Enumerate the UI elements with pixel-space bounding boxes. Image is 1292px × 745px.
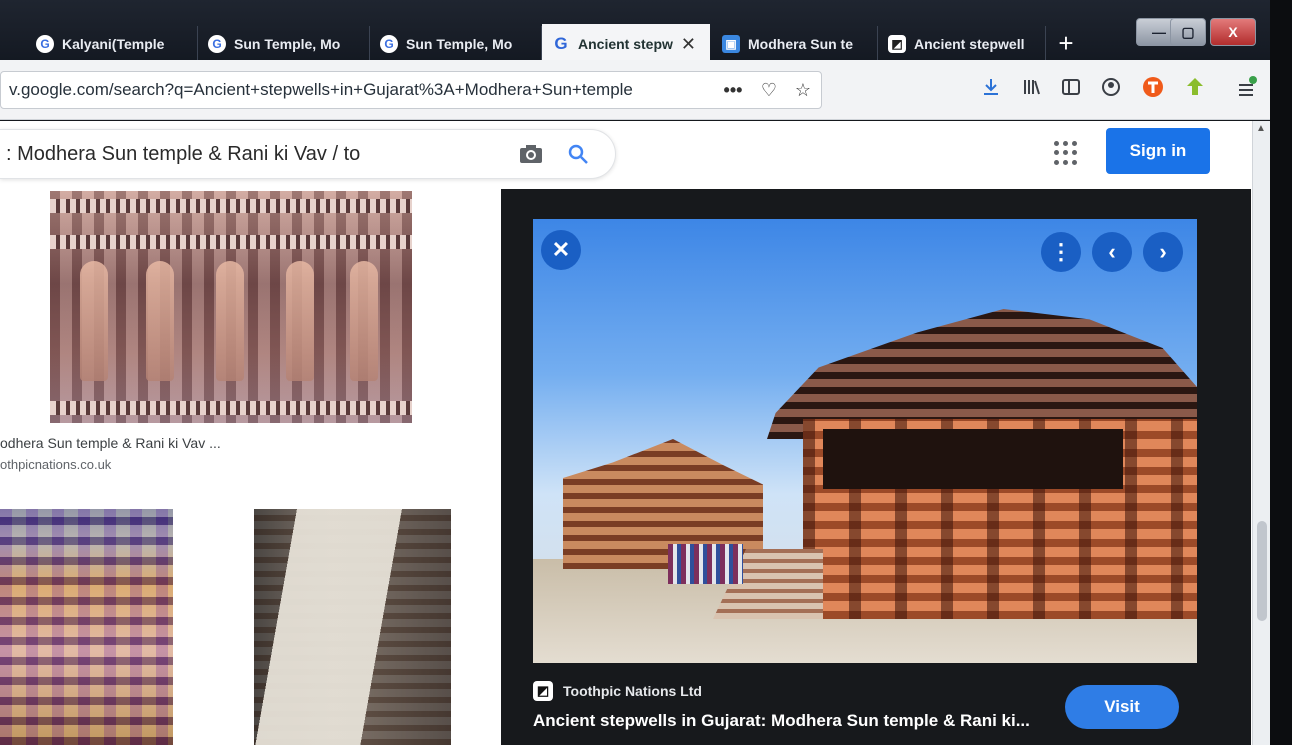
new-tab-button[interactable]: + bbox=[1048, 26, 1084, 60]
tab-ancient-stepwells-active[interactable]: G Ancient stepw ✕ bbox=[542, 24, 710, 64]
previous-image-button[interactable]: ‹ bbox=[1092, 232, 1132, 272]
google-apps-icon[interactable] bbox=[1054, 141, 1078, 165]
google-icon: G bbox=[208, 35, 226, 53]
preview-image[interactable] bbox=[533, 219, 1197, 663]
library-icon[interactable] bbox=[1016, 72, 1046, 102]
tab-label: Kalyani(Temple bbox=[62, 36, 165, 52]
maximize-button[interactable]: ▢ bbox=[1170, 18, 1206, 46]
search-input[interactable]: : Modhera Sun temple & Rani ki Vav / to bbox=[6, 143, 486, 166]
pocket-icon[interactable]: ♡ bbox=[755, 76, 783, 104]
url-bar[interactable]: v.google.com/search?q=Ancient+stepwells+… bbox=[0, 71, 822, 109]
next-image-button[interactable]: › bbox=[1143, 232, 1183, 272]
tab-label: Ancient stepwell bbox=[914, 36, 1025, 52]
close-preview-button[interactable]: ✕ bbox=[541, 230, 581, 270]
extension-icon[interactable] bbox=[1138, 72, 1168, 102]
tab-label: Sun Temple, Mo bbox=[406, 36, 513, 52]
preview-source[interactable]: ◩ Toothpic Nations Ltd bbox=[533, 681, 702, 701]
tab-strip: G Kalyani(Temple G Sun Temple, Mo G Sun … bbox=[0, 0, 1292, 64]
page-scrollbar[interactable]: ▲ bbox=[1252, 121, 1270, 745]
more-options-icon[interactable]: ⋮ bbox=[1041, 232, 1081, 272]
menu-icon[interactable] bbox=[1232, 72, 1262, 102]
search-bar[interactable]: : Modhera Sun temple & Rani ki Vav / to bbox=[0, 129, 616, 179]
result-thumbnail-carving[interactable] bbox=[50, 191, 412, 423]
sign-in-button[interactable]: Sign in bbox=[1106, 128, 1210, 174]
search-icon[interactable] bbox=[566, 142, 592, 168]
download-icon[interactable] bbox=[976, 72, 1006, 102]
tab-ancient-stepwell[interactable]: ◩ Ancient stepwell bbox=[878, 26, 1046, 62]
monitor-bezel bbox=[1270, 0, 1292, 745]
visit-button[interactable]: Visit bbox=[1065, 685, 1179, 729]
toothpic-icon: ◩ bbox=[888, 35, 906, 53]
tab-kalyani-temple[interactable]: G Kalyani(Temple bbox=[26, 26, 198, 62]
result-source: othpicnations.co.uk bbox=[0, 457, 112, 472]
google-icon: G bbox=[36, 35, 54, 53]
scroll-thumb[interactable] bbox=[1257, 521, 1267, 621]
sidebar-icon[interactable] bbox=[1056, 72, 1086, 102]
tab-close-icon[interactable]: ✕ bbox=[681, 34, 696, 55]
page-actions-icon[interactable]: ••• bbox=[719, 76, 747, 104]
site-icon: ▣ bbox=[722, 35, 740, 53]
google-icon: G bbox=[554, 34, 568, 53]
camera-search-icon[interactable] bbox=[518, 142, 544, 166]
window-close-button[interactable]: X bbox=[1210, 18, 1256, 46]
image-preview-panel: ✕ ⋮ ‹ › ◩ Toothpic Nations Ltd Ancient s… bbox=[501, 189, 1251, 745]
preview-title[interactable]: Ancient stepwells in Gujarat: Modhera Su… bbox=[533, 711, 1030, 731]
result-caption[interactable]: odhera Sun temple & Rani ki Vav ... bbox=[0, 435, 221, 451]
result-thumbnail-stepwell[interactable] bbox=[0, 509, 173, 745]
toothpic-icon: ◩ bbox=[533, 681, 553, 701]
tab-sun-temple-2[interactable]: G Sun Temple, Mo bbox=[370, 26, 542, 62]
preview-source-name: Toothpic Nations Ltd bbox=[563, 683, 702, 699]
result-thumbnail-pillar[interactable] bbox=[254, 509, 451, 745]
account-icon[interactable] bbox=[1096, 72, 1126, 102]
scroll-up-icon[interactable]: ▲ bbox=[1256, 123, 1266, 134]
tab-label: Ancient stepw bbox=[578, 36, 673, 52]
url-text[interactable]: v.google.com/search?q=Ancient+stepwells+… bbox=[9, 80, 669, 100]
bookmark-star-icon[interactable]: ☆ bbox=[789, 76, 817, 104]
tab-sun-temple-1[interactable]: G Sun Temple, Mo bbox=[198, 26, 370, 62]
tab-label: Sun Temple, Mo bbox=[234, 36, 341, 52]
google-icon: G bbox=[380, 35, 398, 53]
tab-label: Modhera Sun te bbox=[748, 36, 854, 52]
leaf-extension-icon[interactable] bbox=[1180, 72, 1210, 102]
tab-modhera-sun[interactable]: ▣ Modhera Sun te bbox=[712, 26, 878, 62]
